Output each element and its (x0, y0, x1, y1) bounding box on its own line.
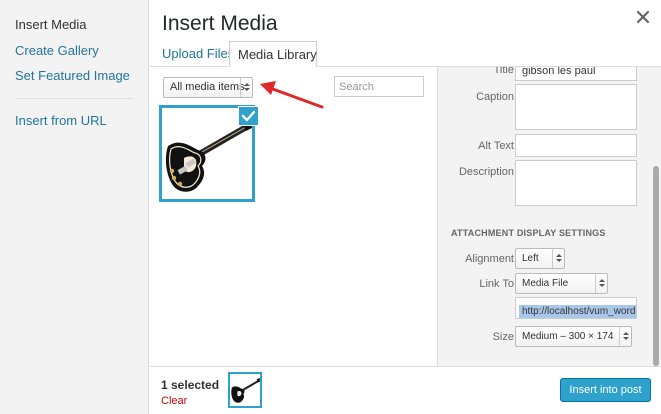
link-url-field[interactable]: http://localhost/vum_wordp (515, 297, 637, 319)
menu-item-set-featured-image[interactable]: Set Featured Image (15, 68, 130, 83)
search-input[interactable] (334, 76, 424, 97)
scrollbar-thumb[interactable] (653, 166, 659, 366)
caption-label: Caption (476, 91, 514, 103)
display-settings-heading: ATTACHMENT DISPLAY SETTINGS (451, 228, 606, 238)
link-to-value: Media File (522, 278, 569, 289)
sidebar-scrollbar[interactable] (651, 67, 661, 366)
tab-media-library[interactable]: Media Library (229, 41, 317, 67)
select-arrows-icon (595, 274, 607, 293)
media-toolbar: 1 selected Clear Insert into post (150, 366, 661, 414)
frame-title: Insert Media (162, 12, 278, 35)
select-arrows-icon (552, 249, 564, 268)
select-arrows-icon (619, 327, 631, 346)
menu-item-create-gallery[interactable]: Create Gallery (15, 43, 99, 58)
size-label: Size (492, 331, 514, 343)
close-icon[interactable] (635, 9, 651, 25)
alt-text-field[interactable] (515, 134, 637, 157)
annotation-arrow-icon (260, 81, 324, 109)
alignment-value: Left (522, 253, 539, 264)
menu-item-insert-media[interactable]: Insert Media (15, 17, 87, 32)
menu-item-insert-from-url[interactable]: Insert from URL (15, 113, 107, 128)
size-select[interactable]: Medium – 300 × 174 (515, 326, 632, 347)
selected-check-button[interactable] (238, 106, 259, 126)
size-value: Medium – 300 × 174 (522, 331, 614, 342)
selection-thumbnail[interactable] (228, 372, 262, 408)
menu-separator (15, 98, 133, 99)
description-field[interactable] (515, 160, 637, 206)
description-label: Description (458, 166, 514, 178)
alignment-select[interactable]: Left (515, 248, 565, 269)
attachment-details-sidebar: Title Caption Alt Text Description ATTAC… (437, 67, 651, 366)
insert-into-post-button[interactable]: Insert into post (560, 378, 651, 402)
clear-selection-link[interactable]: Clear (161, 395, 187, 407)
media-filter-value: All media items (170, 81, 245, 93)
guitar-image (231, 377, 260, 403)
link-to-select[interactable]: Media File (515, 273, 608, 294)
link-to-label: Link To (479, 278, 514, 290)
alignment-label: Alignment (465, 253, 514, 265)
media-filter-select[interactable]: All media items (163, 77, 253, 98)
media-menu: Insert Media Create Gallery Set Featured… (0, 0, 149, 414)
select-arrows-icon (240, 78, 252, 97)
title-label: Title (493, 67, 514, 76)
alt-text-label: Alt Text (478, 140, 514, 152)
link-url-value: http://localhost/vum_wordp (519, 305, 636, 318)
title-field[interactable] (515, 67, 637, 81)
caption-field[interactable] (515, 84, 637, 130)
selection-count: 1 selected (161, 378, 220, 392)
checkmark-icon (241, 110, 256, 122)
attachments-browser: All media items (150, 67, 437, 366)
